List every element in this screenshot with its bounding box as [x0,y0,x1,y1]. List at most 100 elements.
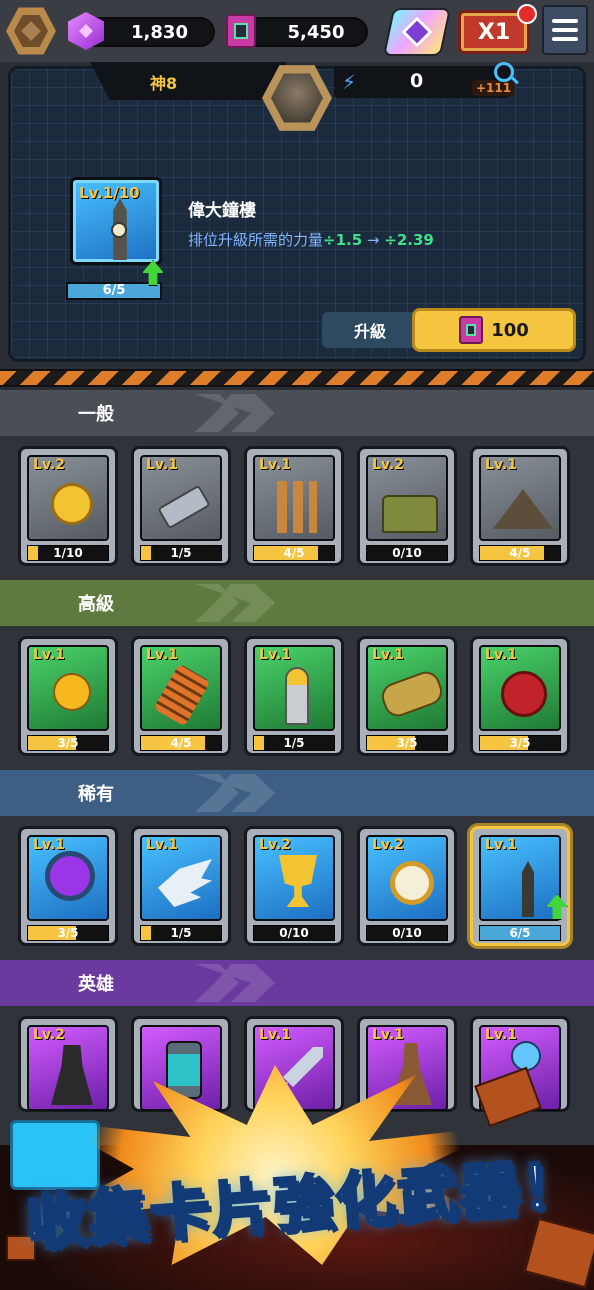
section-advanced: 高級 [0,580,594,626]
progress-text: 6/5 [102,283,126,298]
card-rare-5[interactable]: Lv.1 6/5 [470,826,570,946]
gun-barrel-icon [157,484,211,530]
card-progress-bar: 4/5 [140,735,222,751]
profile-hex-button[interactable] [6,7,56,55]
card-level: Lv.1 [146,457,178,473]
card-level: Lv.1 [33,837,65,853]
rank-header [90,62,286,100]
card-level: Lv.2 [259,837,291,853]
card-level: Lv.1 [259,647,291,663]
top-bar: 1,830 5,450 X1 [0,0,594,62]
card-level: Lv.1 [146,837,178,853]
card-progress-text: 1/5 [170,546,192,560]
card-progress-text: 0/10 [279,926,309,940]
gold-coin-icon [51,483,93,525]
card-progress-text: 3/5 [57,736,79,750]
gunpowder-pile-icon [493,489,553,529]
card-progress-text: 4/5 [509,546,531,560]
trophy-icon [279,855,317,907]
card-rare-1[interactable]: Lv.1 3/5 [18,826,118,946]
desc-from: ÷1.5 [323,231,363,249]
crystal-icon [401,16,433,48]
book-icon [459,316,484,344]
hamburger-icon [552,19,578,23]
magnifier-orb-icon [45,851,95,901]
card-level: Lv.1 [485,457,517,473]
card-normal-5[interactable]: Lv.1 4/5 [470,446,570,566]
section-title: 高級 [78,594,114,615]
card-normal-4[interactable]: Lv.2 0/10 [357,446,457,566]
card-progress-text: 0/10 [392,546,422,560]
upgrade-button[interactable]: 100 [412,308,576,352]
card-normal-2[interactable]: Lv.1 1/5 [131,446,231,566]
card-progress-bar: 0/10 [366,545,448,561]
shell-icon [285,667,309,725]
card-level: Lv.1 [146,647,178,663]
notification-dot [517,4,537,24]
search-icon[interactable] [494,62,514,82]
section-title: 一般 [78,404,114,425]
lightning-icon: ⚡ [342,70,357,94]
section-title: 英雄 [78,974,114,995]
power-value: 0 [410,70,424,92]
card-progress-bar: 3/5 [27,925,109,941]
card-progress-bar: 4/5 [253,545,335,561]
card-advanced-5[interactable]: Lv.1 3/5 [470,636,570,756]
card-advanced-3[interactable]: Lv.1 1/5 [244,636,344,756]
card-progress-text: 4/5 [170,736,192,750]
card-level: Lv.1/10 [79,184,140,202]
bullets-icon [277,481,317,533]
chevron-right-icon [195,584,275,622]
card-level: Lv.1 [33,647,65,663]
wing-icon [158,859,212,907]
menu-button[interactable] [542,5,588,55]
card-progress-bar: 3/5 [366,735,448,751]
card-progress-text: 3/5 [509,736,531,750]
card-level: Lv.2 [372,457,404,473]
pocket-watch-icon [390,861,434,905]
chevron-right-icon [195,964,275,1002]
item-description: 排位升級所需的力量÷1.5 → ÷2.39 [188,229,434,250]
upgrade-tab[interactable]: 升級 [322,312,418,348]
card-progress-bar: 0/10 [366,925,448,941]
card-level: Lv.1 [485,1027,517,1043]
chevron-right-icon [195,394,275,432]
card-level: Lv.1 [259,457,291,473]
card-progress-text: 4/5 [283,546,305,560]
card-progress-text: 3/5 [396,736,418,750]
selected-card[interactable]: Lv.1/10 [70,177,162,265]
chevron-right-icon [195,774,275,812]
card-normal-3[interactable]: Lv.1 4/5 [244,446,344,566]
item-name: 偉大鐘樓 [188,201,256,221]
rock-debris [474,1066,542,1128]
golden-apple-icon [53,673,91,711]
card-advanced-1[interactable]: Lv.1 3/5 [18,636,118,756]
card-progress-text: 3/5 [57,926,79,940]
desc-arrow: → [362,231,385,249]
card-advanced-2[interactable]: Lv.1 4/5 [131,636,231,756]
card-progress-bar: 0/10 [253,925,335,941]
card-progress-bar: 1/5 [140,545,222,561]
card-rare-3[interactable]: Lv.2 0/10 [244,826,344,946]
card-advanced-4[interactable]: Lv.1 3/5 [357,636,457,756]
selected-card-progress: 6/5 [66,282,162,300]
card-rare-2[interactable]: Lv.1 1/5 [131,826,231,946]
section-normal: 一般 [0,390,594,436]
section-title: 稀有 [78,784,114,805]
card-rare-4[interactable]: Lv.2 0/10 [357,826,457,946]
card-progress-text: 1/10 [53,546,83,560]
power-bonus: +111 [472,80,516,96]
card-normal-1[interactable]: Lv.2 1/10 [18,446,118,566]
speed-label: X1 [477,19,511,45]
desc-to: ÷2.39 [384,231,434,249]
clock-tower-icon [522,861,534,917]
card-level: Lv.2 [33,457,65,473]
crystal-shop-button[interactable] [382,8,452,56]
book-icon [226,14,256,48]
portrait-face-icon [271,73,323,123]
section-hero: 英雄 [0,960,594,1006]
card-level: Lv.1 [372,647,404,663]
badge-icon [14,15,48,47]
card-progress-text: 1/5 [283,736,305,750]
wax-seal-icon [501,671,547,717]
